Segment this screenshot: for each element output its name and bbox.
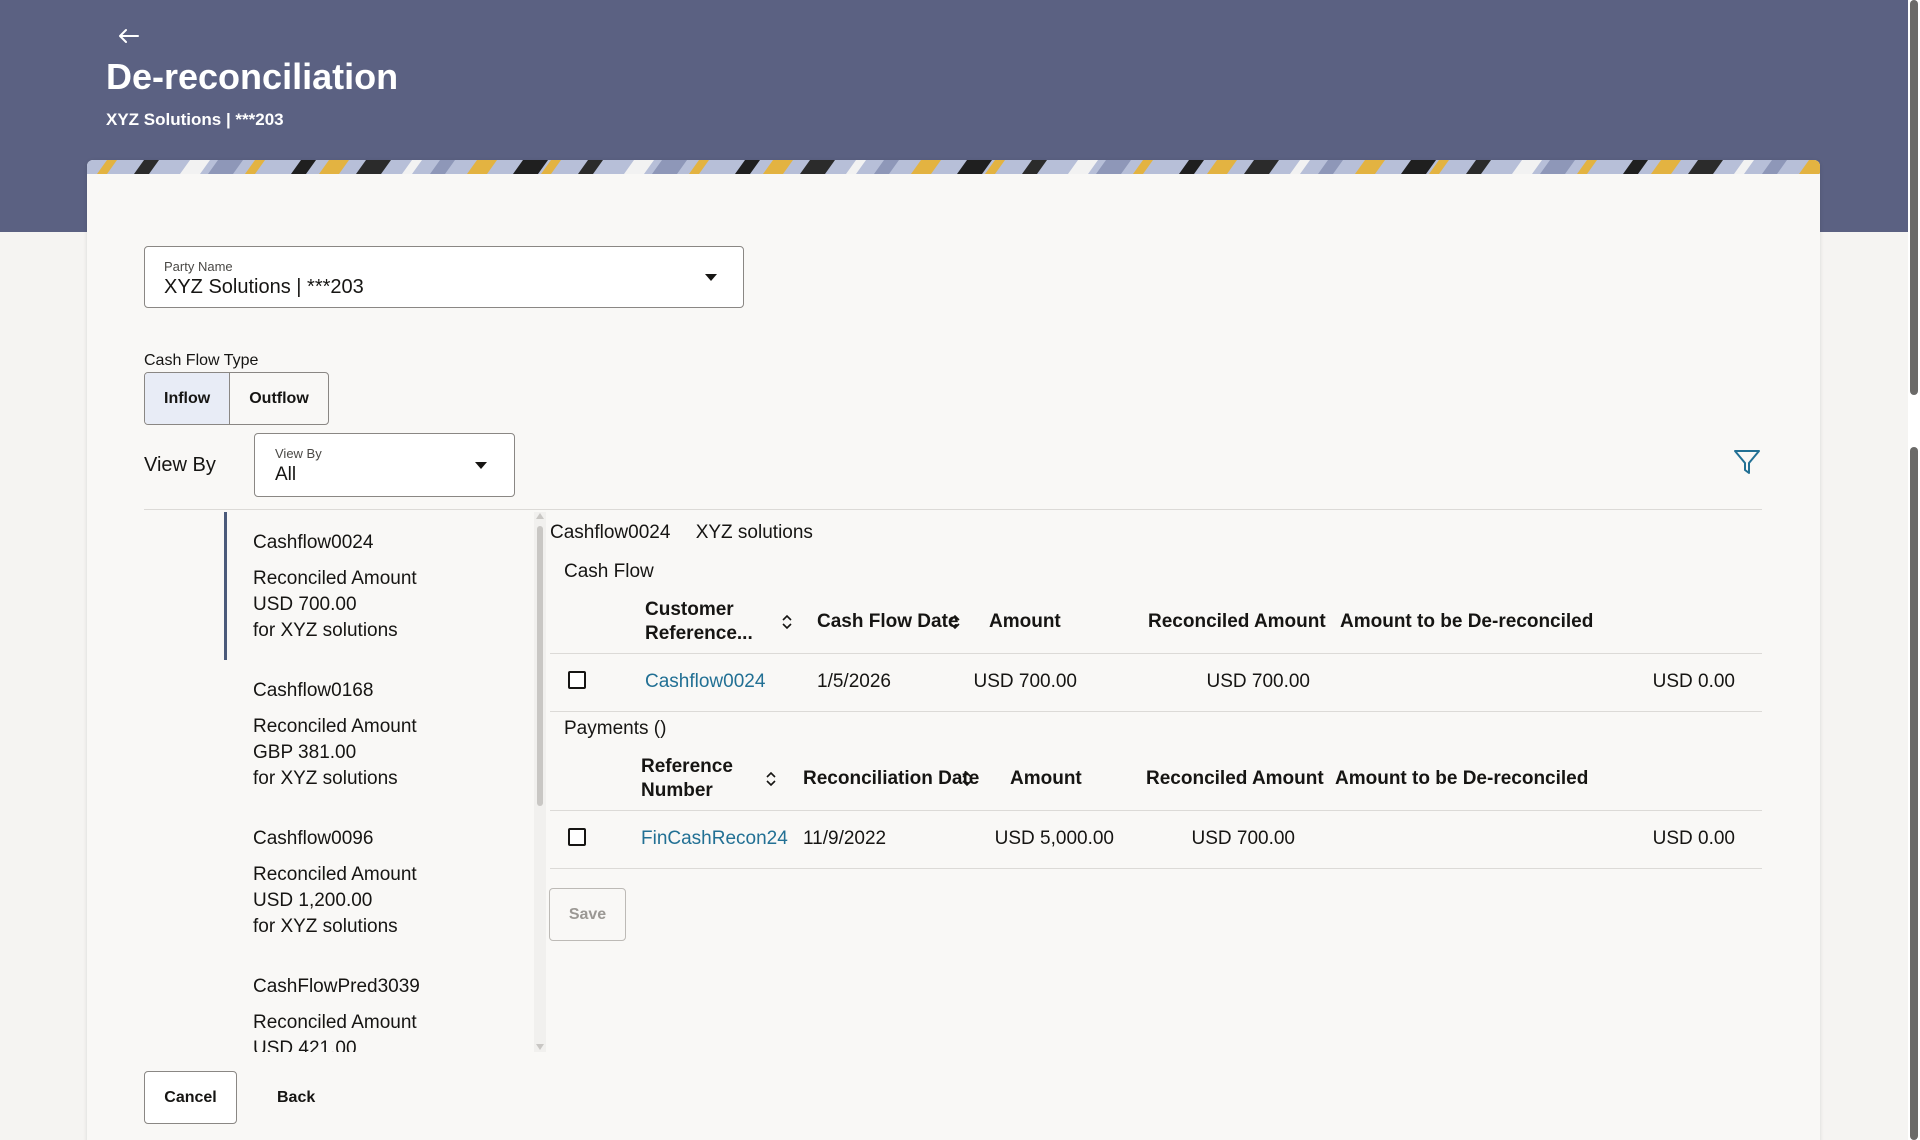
table-row: Cashflow0024 1/5/2026 USD 700.00 USD 700… <box>550 655 1762 712</box>
save-button[interactable]: Save <box>549 888 626 941</box>
list-item-line2: USD 1,200.00 <box>253 890 373 911</box>
cash-flow-type-label: Cash Flow Type <box>144 352 259 369</box>
cash-flow-amount: USD 700.00 <box>973 671 1077 692</box>
list-scrollbar[interactable] <box>534 512 546 1052</box>
col-cash-flow-date: Cash Flow Date <box>817 611 959 632</box>
list-item[interactable]: CashFlowPred3039 Reconciled Amount USD 4… <box>224 956 529 1052</box>
payments-section-title: Payments () <box>564 718 667 739</box>
scroll-down-icon[interactable] <box>536 1044 544 1050</box>
reconciliation-date: 11/9/2022 <box>803 828 887 849</box>
page-subtitle: XYZ Solutions | ***203 <box>106 110 284 129</box>
cashflow-list: Cashflow0024 Reconciled Amount USD 700.0… <box>224 512 529 1052</box>
list-item-line2: USD 700.00 <box>253 594 357 615</box>
cash-flow-to-dereconcile: USD 0.00 <box>1652 671 1735 692</box>
cancel-button[interactable]: Cancel <box>144 1071 237 1124</box>
page-title: De-reconciliation <box>106 56 399 97</box>
table-row: FinCashRecon24 11/9/2022 USD 5,000.00 US… <box>550 812 1762 869</box>
back-button[interactable]: Back <box>277 1071 315 1124</box>
list-item[interactable]: Cashflow0168 Reconciled Amount GBP 381.0… <box>224 660 529 808</box>
chevron-down-icon <box>705 274 717 281</box>
decorative-pattern <box>87 160 1820 174</box>
chevron-down-icon <box>475 462 487 469</box>
col-reconciliation-date: Reconciliation Date <box>803 768 980 789</box>
list-item-line1: Reconciled Amount <box>253 568 417 589</box>
table-header-row: Customer Reference... Cash Flow Date Amo… <box>550 590 1762 654</box>
detail-header: Cashflow0024 XYZ solutions <box>550 522 833 544</box>
list-item[interactable]: Cashflow0096 Reconciled Amount USD 1,200… <box>224 808 529 956</box>
view-by-dropdown[interactable]: View By All <box>254 433 515 497</box>
col-amount-to-dereconcile: Amount to be De-reconciled <box>1340 611 1594 632</box>
scroll-up-icon[interactable] <box>536 513 544 519</box>
cash-flow-reconciled: USD 700.00 <box>1206 671 1310 692</box>
party-name-value: XYZ Solutions | ***203 <box>164 276 364 298</box>
row-checkbox[interactable] <box>568 671 586 689</box>
col-reconciled-amount: Reconciled Amount <box>1146 768 1324 789</box>
list-item-name: Cashflow0168 <box>253 680 374 701</box>
view-by-value: All <box>275 464 297 485</box>
payment-reconciled: USD 700.00 <box>1191 828 1295 849</box>
cash-flow-section-title: Cash Flow <box>564 561 654 582</box>
col-reconciled-amount: Reconciled Amount <box>1148 611 1326 632</box>
main-card: Party Name XYZ Solutions | ***203 Cash F… <box>87 160 1820 1140</box>
cash-flow-type-toggle: Inflow Outflow <box>144 372 329 425</box>
list-item-name: Cashflow0024 <box>253 532 374 553</box>
payment-amount: USD 5,000.00 <box>994 828 1114 849</box>
toggle-outflow[interactable]: Outflow <box>230 373 328 424</box>
filter-icon[interactable] <box>1732 447 1762 477</box>
col-amount-to-dereconcile: Amount to be De-reconciled <box>1335 768 1589 789</box>
back-arrow-icon[interactable] <box>114 22 142 50</box>
divider <box>144 509 1762 510</box>
list-item-line1: Reconciled Amount <box>253 1012 417 1033</box>
list-item-line2: USD 421.00 <box>253 1038 357 1052</box>
page-scrollbar[interactable] <box>1908 0 1920 1140</box>
col-amount: Amount <box>989 611 1061 632</box>
list-item-line3: for XYZ solutions <box>253 916 398 937</box>
detail-id: Cashflow0024 <box>550 522 671 543</box>
list-item-name: Cashflow0096 <box>253 828 374 849</box>
list-item-line1: Reconciled Amount <box>253 716 417 737</box>
col-reference-number: Reference Number <box>641 756 733 801</box>
party-name-label: Party Name <box>164 259 233 274</box>
view-by-field-label: View By <box>275 446 322 461</box>
payment-reference-link[interactable]: FinCashRecon24 <box>641 828 788 850</box>
sort-icon[interactable] <box>764 769 778 789</box>
col-customer-reference: Customer Reference... <box>645 599 753 644</box>
payment-to-dereconcile: USD 0.00 <box>1652 828 1735 849</box>
toggle-inflow[interactable]: Inflow <box>145 373 231 424</box>
detail-party: XYZ solutions <box>695 522 813 543</box>
row-checkbox[interactable] <box>568 828 586 846</box>
list-item-line1: Reconciled Amount <box>253 864 417 885</box>
list-item-line2: GBP 381.00 <box>253 742 357 763</box>
cash-flow-reference-link[interactable]: Cashflow0024 <box>645 671 765 693</box>
page-scrollbar-thumb[interactable] <box>1910 447 1918 1140</box>
sort-icon[interactable] <box>948 612 962 632</box>
col-amount: Amount <box>1010 768 1082 789</box>
table-header-row: Reference Number Reconciliation Date Amo… <box>550 747 1762 811</box>
list-item[interactable]: Cashflow0024 Reconciled Amount USD 700.0… <box>224 512 529 660</box>
view-by-label: View By <box>144 454 216 476</box>
scrollbar-thumb[interactable] <box>537 526 543 806</box>
list-item-line3: for XYZ solutions <box>253 768 398 789</box>
page-scrollbar-thumb[interactable] <box>1910 0 1918 395</box>
list-item-name: CashFlowPred3039 <box>253 976 420 997</box>
list-item-line3: for XYZ solutions <box>253 620 398 641</box>
party-name-dropdown[interactable]: Party Name XYZ Solutions | ***203 <box>144 246 744 308</box>
sort-icon[interactable] <box>780 612 794 632</box>
sort-icon[interactable] <box>960 769 974 789</box>
cash-flow-date: 1/5/2026 <box>817 671 891 692</box>
